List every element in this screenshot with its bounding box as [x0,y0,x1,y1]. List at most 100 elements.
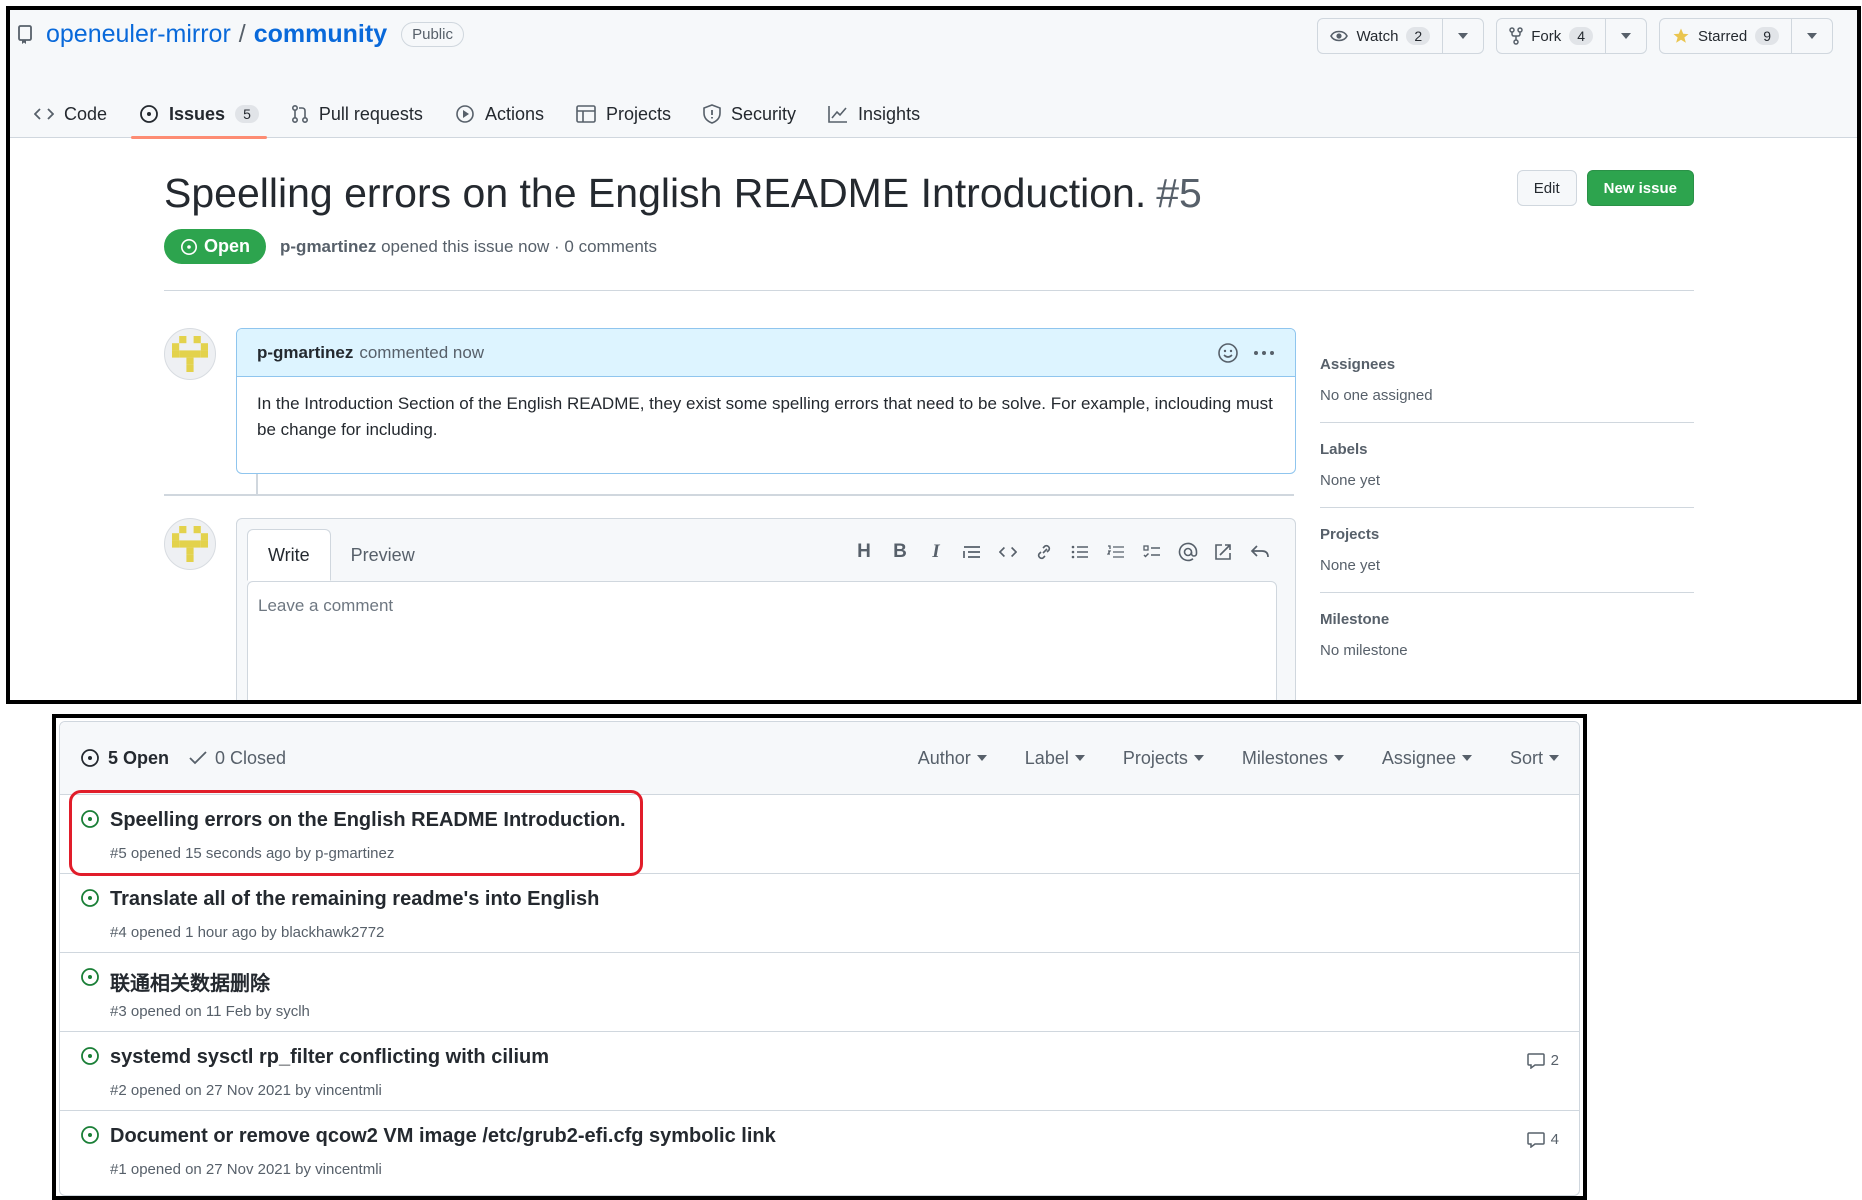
git-pull-request-icon [291,104,309,124]
tab-actions[interactable]: Actions [439,90,560,138]
avatar[interactable] [164,518,216,570]
comment-textarea[interactable]: Leave a comment [247,581,1277,700]
sidebar-labels-title: Labels [1320,441,1368,458]
milestones-filter-label: Milestones [1241,747,1328,768]
issue-number: #5 [1156,170,1202,216]
timeline-connector [256,474,258,496]
list-item[interactable]: 联通相关数据删除 #3 opened on 11 Feb by syclh [60,953,1579,1032]
list-item[interactable]: Document or remove qcow2 VM image /etc/g… [60,1111,1579,1190]
issue-open-icon [139,104,159,124]
sidebar-assignees[interactable]: Assignees No one assigned [1320,356,1694,423]
comment-body: In the Introduction Section of the Engli… [257,394,1273,439]
sort-filter[interactable]: Sort [1510,748,1559,769]
comment-author-link[interactable]: p-gmartinez [257,343,353,363]
fork-label: Fork [1531,27,1562,45]
issue-row-meta: #1 opened on 27 Nov 2021 by vincentmli [110,1161,382,1178]
quote-icon[interactable] [961,541,983,563]
caret-down-icon [1074,755,1085,761]
comment-time[interactable]: commented now [359,343,484,363]
kebab-horizontal-icon[interactable] [1253,350,1275,356]
comment-icon [1526,1052,1545,1069]
tab-actions-label: Actions [484,103,544,124]
watch-button[interactable]: Watch 2 [1318,19,1444,53]
issue-open-icon [80,967,100,987]
issue-list-panel: 5 Open 0 Closed Author Label Projects Mi… [52,714,1587,1200]
comment-count-link[interactable]: 2 [1526,1052,1559,1069]
tab-pull-requests[interactable]: Pull requests [275,90,439,138]
watch-label: Watch [1356,27,1399,45]
sidebar-labels[interactable]: Labels None yet [1320,441,1694,508]
fork-button[interactable]: Fork 4 [1497,19,1606,53]
timeline-divider [164,494,1294,496]
tab-issues[interactable]: Issues 5 [123,90,275,139]
status-label: Open [204,236,251,256]
issue-title-link[interactable]: Speelling errors on the English README I… [110,809,626,832]
new-issue-button[interactable]: New issue [1586,170,1694,206]
issue-state-filters: 5 Open 0 Closed [80,748,286,769]
closed-issues-filter[interactable]: 0 Closed [189,748,286,769]
milestones-filter[interactable]: Milestones [1242,748,1344,769]
unordered-list-icon[interactable] [1069,541,1091,563]
header-divider [164,290,1694,291]
tab-projects[interactable]: Projects [560,90,687,138]
issues-count: 5 [235,105,259,123]
list-item[interactable]: Speelling errors on the English README I… [60,795,1579,874]
tab-insights[interactable]: Insights [812,90,936,138]
issue-title-link[interactable]: 联通相关数据删除 [110,967,270,996]
author-filter[interactable]: Author [918,748,987,769]
sort-filter-label: Sort [1509,747,1543,768]
issue-title-link[interactable]: Translate all of the remaining readme's … [110,888,599,911]
tab-write[interactable]: Write [247,529,331,581]
issue-title-link[interactable]: Document or remove qcow2 VM image /etc/g… [110,1125,776,1148]
check-icon [189,751,207,765]
heading-icon[interactable]: H [853,541,875,563]
issue-open-icon [80,809,100,829]
fork-count: 4 [1569,27,1593,45]
issue-author-link[interactable]: p-gmartinez [280,237,376,256]
repo-owner-link[interactable]: openeuler-mirror [46,20,231,49]
list-item[interactable]: Translate all of the remaining readme's … [60,874,1579,953]
tab-security[interactable]: Security [687,90,812,138]
code-icon[interactable] [997,541,1019,563]
tab-code-label: Code [64,103,108,124]
comment-composer: Write Preview H B I Leave a comment [236,518,1296,700]
reply-icon[interactable] [1249,541,1271,563]
play-icon [455,104,475,124]
tab-preview[interactable]: Preview [331,529,435,581]
assignee-filter[interactable]: Assignee [1382,748,1472,769]
comment-icon [1526,1131,1545,1148]
label-filter[interactable]: Label [1025,748,1085,769]
italic-icon[interactable]: I [925,541,947,563]
issue-open-icon [80,888,100,908]
link-icon[interactable] [1033,541,1055,563]
watch-dropdown-button[interactable] [1443,19,1483,53]
comment-count-link[interactable]: 4 [1526,1131,1559,1148]
cross-reference-icon[interactable] [1213,541,1235,563]
ordered-list-icon[interactable] [1105,541,1127,563]
edit-button[interactable]: Edit [1516,170,1577,206]
caret-down-icon [1333,755,1344,761]
open-issues-filter[interactable]: 5 Open [80,748,169,769]
fork-icon [1509,27,1523,45]
repo-title: openeuler-mirror / community Public [18,20,464,49]
issue-title-link[interactable]: systemd sysctl rp_filter conflicting wit… [110,1046,549,1069]
star-dropdown-button[interactable] [1792,19,1832,53]
list-item[interactable]: systemd sysctl rp_filter conflicting wit… [60,1032,1579,1111]
projects-filter[interactable]: Projects [1123,748,1204,769]
task-list-icon[interactable] [1141,541,1163,563]
tab-code[interactable]: Code [18,90,123,138]
avatar[interactable] [164,328,216,380]
sidebar-projects[interactable]: Projects None yet [1320,526,1694,593]
starred-button[interactable]: Starred 9 [1660,19,1792,53]
issue-row-meta: #3 opened on 11 Feb by syclh [110,1003,310,1020]
fork-dropdown-button[interactable] [1606,19,1646,53]
sidebar-milestone[interactable]: Milestone No milestone [1320,611,1694,677]
mention-icon[interactable] [1177,541,1199,563]
repo-name-link[interactable]: community [254,20,387,49]
caret-down-icon [1549,755,1559,761]
bold-icon[interactable]: B [889,541,911,563]
smiley-icon[interactable] [1217,342,1239,364]
identicon-icon [172,336,208,372]
star-count: 9 [1755,27,1779,45]
repo-separator: / [238,20,246,48]
